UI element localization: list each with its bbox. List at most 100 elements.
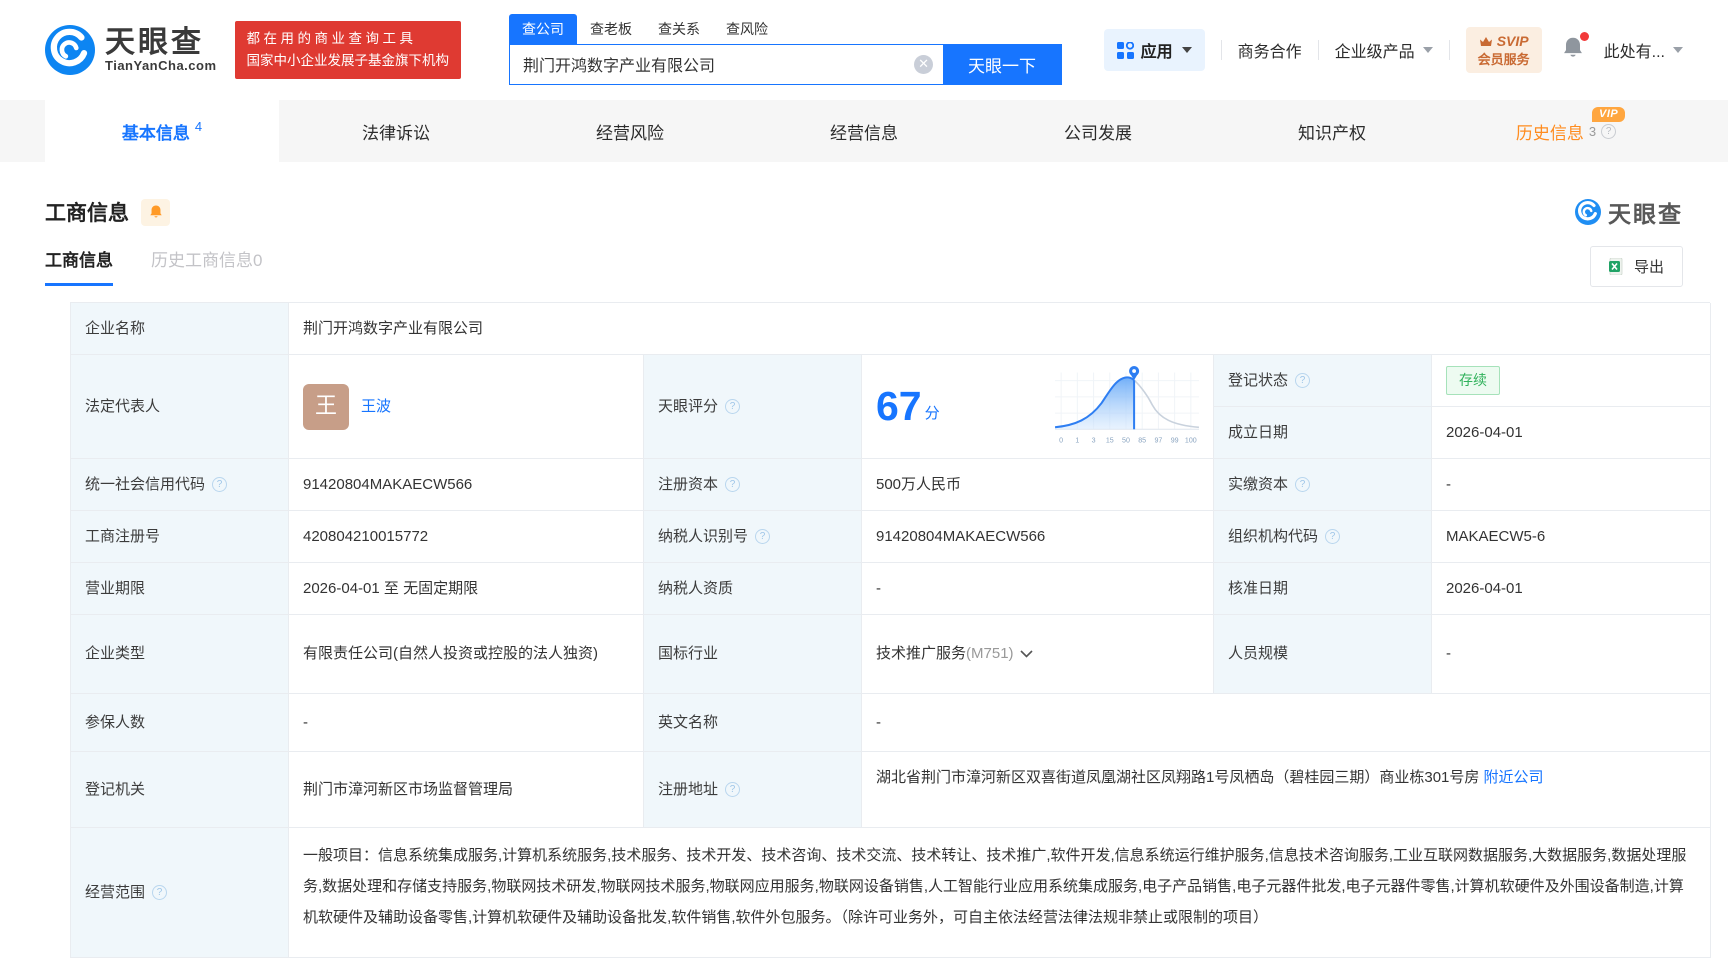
table-row: 登记机关 荆门市漳河新区市场监督管理局 注册地址? 湖北省荆门市漳河新区双喜街道… [71, 752, 1711, 828]
help-icon[interactable]: ? [755, 529, 771, 544]
help-icon[interactable]: ? [725, 399, 741, 414]
tab-operation-info[interactable]: 经营信息 [747, 100, 981, 162]
svg-text:15: 15 [1106, 436, 1114, 444]
score-axis-ticks: 0 1 3 15 50 85 97 99 100 [1059, 436, 1197, 444]
chevron-down-icon[interactable] [1019, 650, 1033, 658]
slogan-line1: 都在用的商业查询工具 [246, 30, 417, 46]
help-icon[interactable]: ? [1601, 123, 1617, 139]
tab-legal-proceedings[interactable]: 法律诉讼 [279, 100, 513, 162]
label-taxpayer-qualification: 纳税人资质 [644, 563, 862, 615]
help-icon[interactable]: ? [1295, 477, 1311, 492]
label-company-type: 企业类型 [71, 615, 289, 694]
business-coop-link[interactable]: 商务合作 [1238, 38, 1302, 62]
label-approval-date: 核准日期 [1214, 563, 1432, 615]
value-approval-date: 2026-04-01 [1432, 563, 1711, 615]
value-uscc: 91420804MAKAECW566 [289, 459, 644, 511]
help-icon[interactable]: ? [1325, 529, 1341, 544]
label-establish-date: 成立日期 [1214, 407, 1432, 459]
user-menu[interactable]: 此处有... [1604, 38, 1683, 62]
table-row: 经营范围? 一般项目：信息系统集成服务,计算机系统服务,技术服务、技术开发、技术… [71, 828, 1711, 958]
search-input[interactable] [523, 55, 915, 73]
svg-text:50: 50 [1122, 436, 1130, 444]
search-tab-company[interactable]: 查公司 [509, 13, 578, 44]
search-tab-risk[interactable]: 查风险 [713, 14, 781, 44]
business-info-table: 企业名称 荆门开鸿数字产业有限公司 法定代表人 王 王波 登记状态? 存续 天眼… [70, 302, 1711, 958]
divider [1220, 40, 1222, 60]
value-org-code: MAKAECW5-6 [1432, 511, 1711, 563]
help-icon[interactable]: ? [725, 477, 741, 492]
label-legal-representative: 法定代表人 [71, 355, 289, 459]
subscribe-bell-button[interactable] [141, 198, 170, 226]
label-tianyan-score: 天眼评分? [644, 355, 862, 459]
label-insured-count: 参保人数 [71, 694, 289, 752]
value-legal-representative: 王 王波 [289, 355, 644, 459]
label-taxpayer-id: 纳税人识别号? [644, 511, 862, 563]
help-icon[interactable]: ? [212, 477, 228, 492]
top-header: 天眼查 TianYanCha.com 都在用的商业查询工具 国家中小企业发展子基… [0, 0, 1728, 100]
value-tianyan-score[interactable]: 67 分 0 1 3 15 50 85 97 99 100 [862, 355, 1214, 459]
tab-count: 4 [194, 118, 203, 134]
svg-text:0: 0 [1059, 436, 1063, 444]
score-unit: 分 [924, 404, 940, 422]
brand-slogan-badge: 都在用的商业查询工具 国家中小企业发展子基金旗下机构 [234, 20, 462, 80]
tianyancha-logo-icon [45, 25, 95, 75]
table-row: 企业名称 荆门开鸿数字产业有限公司 [71, 303, 1711, 355]
search-tab-boss[interactable]: 查老板 [577, 14, 645, 44]
label-registration-number: 工商注册号 [71, 511, 289, 563]
section-title: 工商信息 [45, 202, 129, 225]
help-icon[interactable]: ? [725, 782, 741, 797]
search-tab-relation[interactable]: 查关系 [645, 14, 713, 44]
table-row: 企业类型 有限责任公司(自然人投资或控股的法人独资) 国标行业 技术推广服务 (… [71, 615, 1711, 694]
tianyancha-logo[interactable]: 天眼查 TianYanCha.com [45, 25, 217, 75]
tab-intellectual-property[interactable]: 知识产权 [1215, 100, 1449, 162]
tab-history-info[interactable]: 历史信息 3 ? VIP [1449, 100, 1683, 162]
tab-basic-info[interactable]: 基本信息 4 [45, 100, 279, 162]
divider [1448, 40, 1450, 60]
tab-operation-risk[interactable]: 经营风险 [513, 100, 747, 162]
label-business-scope: 经营范围? [71, 828, 289, 958]
avatar: 王 [303, 383, 349, 430]
enterprise-products-link[interactable]: 企业级产品 [1335, 38, 1433, 62]
value-business-term: 2026-04-01 至 无固定期限 [289, 563, 644, 615]
subtab-business-info[interactable]: 工商信息 [45, 246, 113, 286]
value-registration-authority: 荆门市漳河新区市场监督管理局 [289, 752, 644, 828]
notification-bell[interactable] [1562, 31, 1589, 65]
label-industry: 国标行业 [644, 615, 862, 694]
table-row: 法定代表人 王 王波 登记状态? 存续 天眼评分? 67 分 0 1 3 15 … [71, 355, 1711, 459]
value-registration-status: 存续 [1432, 355, 1711, 407]
slogan-line2: 国家中小企业发展子基金旗下机构 [246, 53, 450, 68]
value-company-type: 有限责任公司(自然人投资或控股的法人独资) [289, 615, 644, 694]
subtab-history-business-info[interactable]: 历史工商信息0 [151, 246, 262, 286]
tab-company-development[interactable]: 公司发展 [981, 100, 1215, 162]
table-row: 工商注册号 420804210015772 纳税人识别号? 91420804MA… [71, 511, 1711, 563]
nearby-companies-link[interactable]: 附近公司 [1484, 769, 1544, 786]
main-content: 工商信息 天眼查 工商信息 历史工商信息0 导出 企业名称 荆门开鸿数字产业有限… [0, 196, 1728, 958]
score-distribution-chart: 0 1 3 15 50 85 97 99 100 [1054, 365, 1200, 444]
label-business-term: 营业期限 [71, 563, 289, 615]
help-icon[interactable]: ? [152, 885, 168, 900]
value-company-name: 荆门开鸿数字产业有限公司 [289, 303, 1711, 355]
table-row: 营业期限 2026-04-01 至 无固定期限 纳税人资质 - 核准日期 202… [71, 563, 1711, 615]
help-icon[interactable]: ? [1295, 373, 1311, 388]
label-english-name: 英文名称 [644, 694, 862, 752]
svip-membership-badge[interactable]: SVIP 会员服务 [1465, 26, 1542, 74]
value-industry: 技术推广服务 (M751) [862, 615, 1214, 694]
value-insured-count: - [289, 694, 644, 752]
svg-text:85: 85 [1138, 436, 1146, 444]
value-taxpayer-qualification: - [862, 563, 1214, 615]
clear-icon[interactable]: ✕ [914, 54, 934, 74]
apps-menu[interactable]: 应用 [1103, 29, 1205, 71]
search-button[interactable]: 天眼一下 [943, 44, 1062, 84]
value-establish-date: 2026-04-01 [1432, 407, 1711, 459]
vip-badge: VIP [1592, 107, 1626, 122]
label-org-code: 组织机构代码? [1214, 511, 1432, 563]
notification-dot [1579, 31, 1589, 41]
label-registration-authority: 登记机关 [71, 752, 289, 828]
export-button[interactable]: 导出 [1589, 245, 1683, 287]
svg-text:99: 99 [1171, 436, 1179, 444]
value-taxpayer-id: 91420804MAKAECW566 [862, 511, 1214, 563]
svg-text:1: 1 [1075, 436, 1079, 444]
bell-icon [149, 205, 162, 218]
search-area: 查公司 查老板 查关系 查风险 ✕ 天眼一下 [509, 13, 1063, 85]
legal-representative-link[interactable]: 王波 [361, 395, 391, 418]
